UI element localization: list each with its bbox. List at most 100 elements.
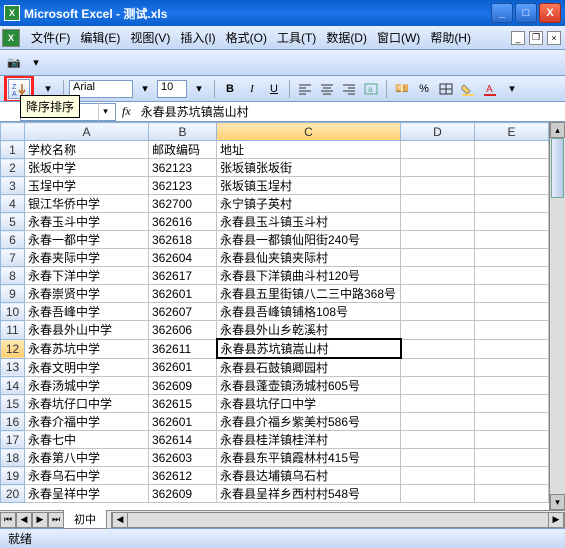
row-header[interactable]: 14 [1,377,25,395]
cell[interactable]: 银江华侨中学 [25,195,149,213]
cell[interactable]: 永春县蓬壶镇汤城村605号 [217,377,401,395]
col-header-a[interactable]: A [25,123,149,141]
cell[interactable]: 362607 [149,303,217,321]
cell[interactable]: 362601 [149,358,217,377]
cell[interactable]: 362609 [149,377,217,395]
col-header-b[interactable]: B [149,123,217,141]
tab-nav-prev[interactable]: ◀ [16,512,32,528]
cell[interactable] [401,377,475,395]
toolbar-options-icon[interactable]: ▾ [26,53,46,73]
menu-window[interactable]: 窗口(W) [372,26,425,49]
cell[interactable]: 永春县一都镇仙阳街240号 [217,231,401,249]
currency-button[interactable]: 💴 [392,79,412,99]
cell[interactable]: 张坂镇张坂街 [217,159,401,177]
scroll-thumb[interactable] [551,138,564,198]
align-center-button[interactable] [317,79,337,99]
row-header[interactable]: 1 [1,141,25,159]
cell[interactable]: 永春县坑仔口中学 [217,395,401,413]
maximize-button[interactable]: □ [515,3,537,23]
cell[interactable]: 永春下洋中学 [25,267,149,285]
cell[interactable] [475,449,549,467]
row-header[interactable]: 8 [1,267,25,285]
menu-insert[interactable]: 插入(I) [175,26,220,49]
name-box-dropdown-icon[interactable]: ▾ [98,103,112,121]
menu-tools[interactable]: 工具(T) [272,26,321,49]
select-all-corner[interactable] [1,123,25,141]
doc-close-button[interactable]: × [547,31,561,45]
cell[interactable]: 362123 [149,159,217,177]
align-right-button[interactable] [339,79,359,99]
cell[interactable] [401,321,475,340]
cell[interactable]: 362604 [149,249,217,267]
cell[interactable]: 张坂中学 [25,159,149,177]
borders-button[interactable] [436,79,456,99]
cell[interactable]: 永春七中 [25,431,149,449]
formula-input[interactable]: 永春县苏坑镇嵩山村 [137,103,565,120]
row-header[interactable]: 15 [1,395,25,413]
cell[interactable] [475,195,549,213]
cell[interactable] [401,159,475,177]
cell[interactable]: 永春县仙夹镇夹际村 [217,249,401,267]
row-header[interactable]: 4 [1,195,25,213]
tab-nav-last[interactable]: ⏭ [48,512,64,528]
cell[interactable] [475,231,549,249]
row-header[interactable]: 13 [1,358,25,377]
row-header[interactable]: 5 [1,213,25,231]
cell[interactable]: 永春乌石中学 [25,467,149,485]
cell[interactable]: 永春汤城中学 [25,377,149,395]
cell[interactable]: 362611 [149,339,217,358]
cell[interactable]: 永春介福中学 [25,413,149,431]
font-name-dropdown-icon[interactable]: ▾ [135,79,155,99]
cell[interactable] [401,413,475,431]
cell[interactable]: 362616 [149,213,217,231]
menu-file[interactable]: 文件(F) [26,26,75,49]
cell[interactable]: 永春县外山中学 [25,321,149,340]
row-header[interactable]: 3 [1,177,25,195]
cell[interactable]: 学校名称 [25,141,149,159]
cell[interactable]: 永春呈祥中学 [25,485,149,503]
col-header-e[interactable]: E [475,123,549,141]
cell[interactable] [475,431,549,449]
cell[interactable]: 永春玉斗中学 [25,213,149,231]
doc-minimize-button[interactable]: _ [511,31,525,45]
col-header-d[interactable]: D [401,123,475,141]
cell[interactable]: 永春坑仔口中学 [25,395,149,413]
cell[interactable] [475,358,549,377]
cell[interactable]: 永春夹际中学 [25,249,149,267]
cell[interactable]: 362609 [149,485,217,503]
row-header[interactable]: 19 [1,467,25,485]
cell[interactable]: 永春县达埔镇乌石村 [217,467,401,485]
cell[interactable]: 永春县吾峰镇铺格108号 [217,303,401,321]
cell[interactable]: 362614 [149,431,217,449]
scroll-down-icon[interactable]: ▾ [550,494,565,510]
cell[interactable]: 地址 [217,141,401,159]
cell[interactable]: 永春县外山乡乾溪村 [217,321,401,340]
menu-data[interactable]: 数据(D) [321,26,372,49]
menu-help[interactable]: 帮助(H) [425,26,476,49]
cell[interactable]: 362603 [149,449,217,467]
cell[interactable]: 永春县呈祥乡西村村548号 [217,485,401,503]
cell[interactable] [475,267,549,285]
row-header[interactable]: 6 [1,231,25,249]
cell[interactable]: 362123 [149,177,217,195]
cell[interactable]: 永春崇贤中学 [25,285,149,303]
close-button[interactable]: X [539,3,561,23]
col-header-c[interactable]: C [217,123,401,141]
cell[interactable]: 邮政编码 [149,141,217,159]
row-header[interactable]: 11 [1,321,25,340]
menu-view[interactable]: 视图(V) [125,26,175,49]
cell[interactable]: 永春县东平镇霞林村415号 [217,449,401,467]
cell[interactable] [401,467,475,485]
cell[interactable] [475,377,549,395]
cell[interactable]: 永春县玉斗镇玉斗村 [217,213,401,231]
cell[interactable] [401,485,475,503]
row-header[interactable]: 10 [1,303,25,321]
cell[interactable] [401,267,475,285]
cell[interactable] [475,213,549,231]
cell[interactable] [401,213,475,231]
cell[interactable] [401,249,475,267]
cell[interactable]: 张坂镇玉埕村 [217,177,401,195]
cell[interactable] [475,285,549,303]
cell[interactable] [401,141,475,159]
hscroll-right-icon[interactable]: ▶ [548,512,564,528]
